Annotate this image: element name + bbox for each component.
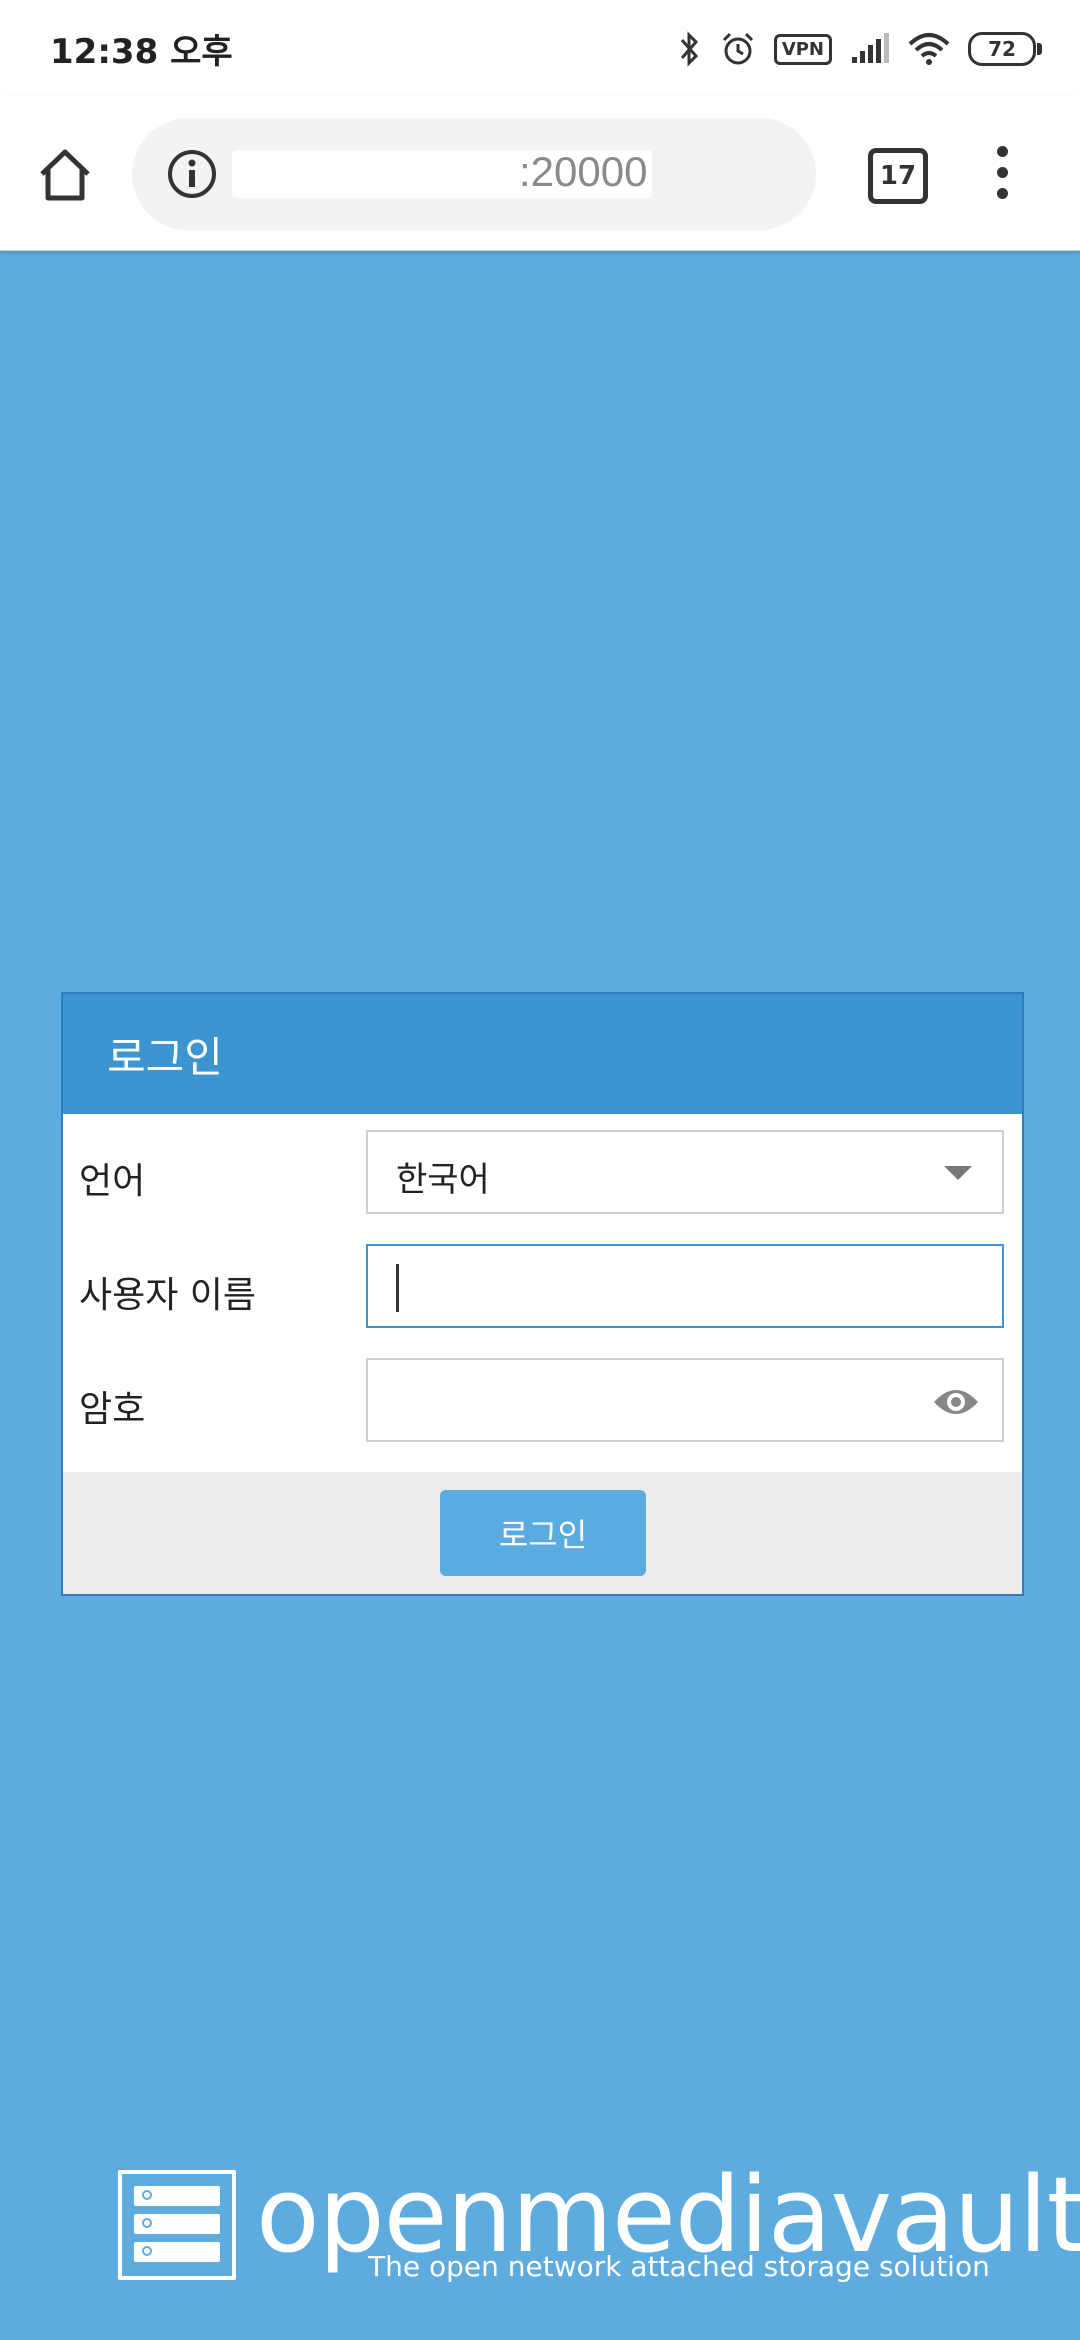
login-panel: 로그인 언어 한국어 사용자 이름 암호 로그인 xyxy=(61,992,1024,1596)
info-icon[interactable] xyxy=(166,148,218,200)
username-label: 사용자 이름 xyxy=(79,1275,257,1316)
language-row: 언어 한국어 xyxy=(63,1130,1022,1218)
brand-tagline: The open network attached storage soluti… xyxy=(368,2250,990,2283)
username-input[interactable] xyxy=(366,1244,1004,1328)
home-icon[interactable] xyxy=(34,144,96,206)
login-footer: 로그인 xyxy=(63,1472,1022,1594)
openmediavault-logo: openmediavault The open network attached… xyxy=(118,2154,1080,2288)
status-time: 12:38 오후 xyxy=(50,32,233,72)
language-label: 언어 xyxy=(79,1161,146,1202)
tab-switcher-button[interactable]: 17 xyxy=(868,148,928,204)
password-label: 암호 xyxy=(79,1389,146,1430)
status-icons: VPN 72 xyxy=(678,26,1042,72)
language-value: 한국어 xyxy=(396,1160,490,1200)
address-bar[interactable]: xxx.xxx.xxx.xxx:20000 xyxy=(132,118,816,230)
bluetooth-icon xyxy=(678,31,702,67)
status-bar: 12:38 오후 VPN 72 xyxy=(0,0,1080,96)
login-title: 로그인 xyxy=(63,994,1022,1114)
language-select[interactable]: 한국어 xyxy=(366,1130,1004,1214)
chevron-down-icon xyxy=(944,1166,972,1180)
password-input[interactable] xyxy=(366,1358,1004,1442)
server-icon xyxy=(118,2170,236,2280)
wifi-icon xyxy=(908,32,950,66)
alarm-icon xyxy=(720,31,756,67)
overflow-menu-icon[interactable] xyxy=(990,146,1014,202)
eye-icon[interactable] xyxy=(932,1382,980,1422)
username-row: 사용자 이름 xyxy=(63,1244,1022,1332)
text-cursor xyxy=(396,1264,399,1312)
signal-icon xyxy=(850,33,890,65)
vpn-icon: VPN xyxy=(773,33,832,65)
url-port: :20000 xyxy=(519,148,648,195)
browser-toolbar: xxx.xxx.xxx.xxx:20000 17 xyxy=(0,96,1080,251)
login-button[interactable]: 로그인 xyxy=(440,1490,646,1576)
url-text[interactable]: xxx.xxx.xxx.xxx:20000 xyxy=(232,148,792,196)
password-row: 암호 xyxy=(63,1358,1022,1446)
battery-icon: 72 xyxy=(968,32,1042,66)
